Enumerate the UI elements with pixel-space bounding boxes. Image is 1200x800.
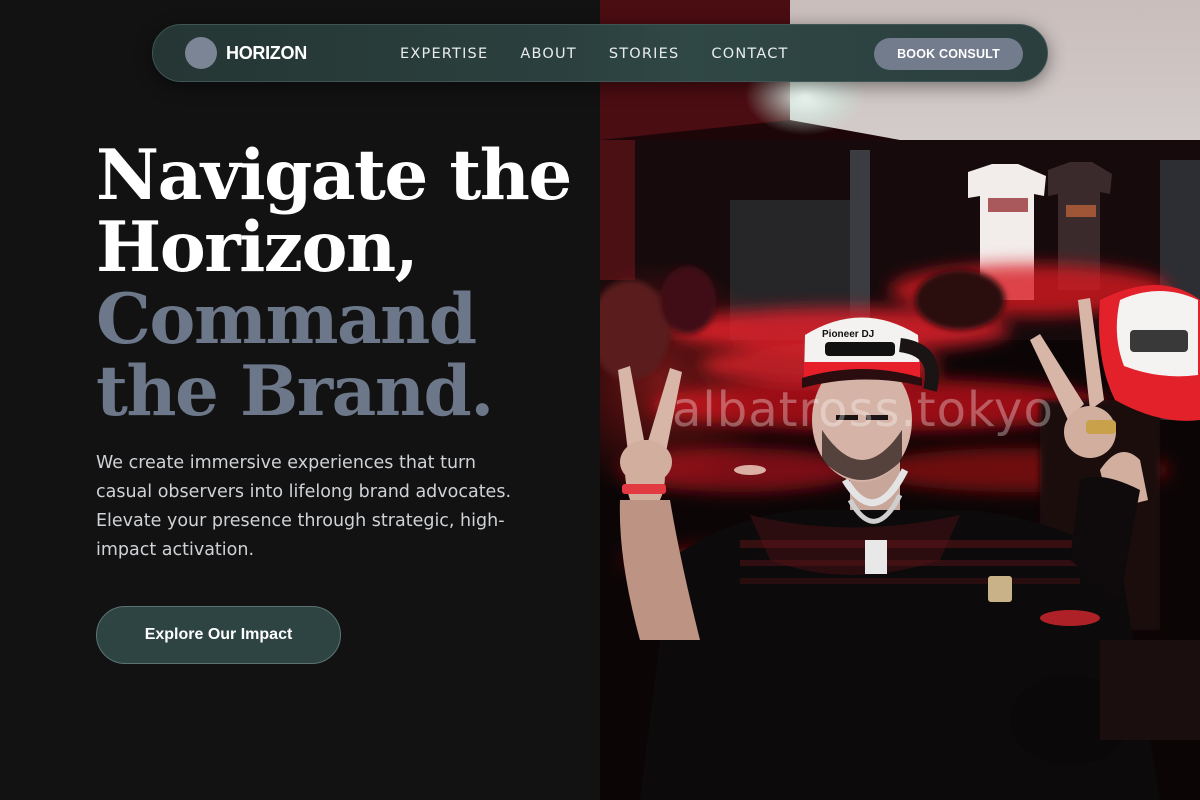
hero-title-line-1: Navigate the bbox=[96, 135, 572, 216]
hero-title: Navigate the Horizon, Command the Brand. bbox=[96, 135, 572, 432]
explore-impact-button[interactable]: Explore Our Impact bbox=[96, 606, 341, 664]
nav-link-about[interactable]: ABOUT bbox=[520, 46, 577, 62]
hero-description: We create immersive experiences that tur… bbox=[96, 453, 512, 560]
brand-mark-icon bbox=[185, 37, 217, 69]
nav-link-stories[interactable]: STORIES bbox=[609, 46, 680, 62]
nav-link-contact[interactable]: CONTACT bbox=[711, 46, 788, 62]
brand-name: HORIZON bbox=[226, 42, 307, 63]
hero-title-line-2: Horizon, bbox=[96, 207, 419, 288]
hero-photo-panel: Pioneer DJ albatross.tokyo bbox=[600, 0, 1200, 800]
photo-watermark: albatross.tokyo bbox=[672, 382, 1054, 438]
book-consult-button[interactable]: BOOK CONSULT bbox=[874, 38, 1023, 70]
nav-links: EXPERTISE ABOUT STORIES CONTACT bbox=[400, 25, 821, 83]
brand-logo[interactable]: HORIZON bbox=[185, 37, 307, 69]
hero-title-line-3: Command bbox=[96, 279, 477, 360]
cap-text: Pioneer DJ bbox=[822, 329, 874, 340]
nav-link-expertise[interactable]: EXPERTISE bbox=[400, 46, 488, 62]
hero-title-line-4: the Brand. bbox=[96, 351, 494, 432]
navbar: HORIZON EXPERTISE ABOUT STORIES CONTACT … bbox=[152, 24, 1048, 82]
